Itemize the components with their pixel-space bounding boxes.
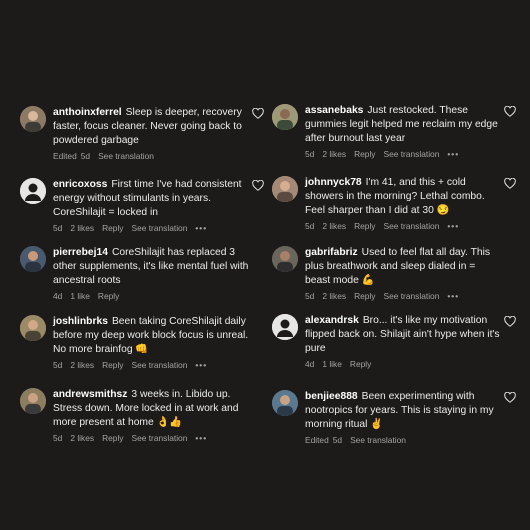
avatar[interactable]	[272, 176, 298, 202]
reply-button[interactable]: Reply	[98, 291, 119, 301]
more-options-icon[interactable]: •••	[447, 221, 459, 231]
comment-text: andrewsmithsz 3 weeks in. Libido up. Stre…	[53, 388, 249, 430]
likes-count[interactable]: 2 likes	[322, 149, 346, 159]
comment-text: pierrebej14 CoreShilajit has replaced 3 o…	[53, 246, 249, 288]
see-translation-link[interactable]: See translation	[384, 291, 440, 301]
comment-username[interactable]: anthoinxferrel	[53, 107, 122, 118]
edited-label: Edited	[53, 151, 77, 161]
comment-time: 4d	[305, 359, 315, 369]
avatar[interactable]	[20, 178, 46, 204]
likes-count[interactable]: 2 likes	[322, 291, 346, 301]
comment-text: gabrifabriz Used to feel flat all day. Th…	[305, 246, 501, 288]
avatar[interactable]	[272, 104, 298, 130]
see-translation-link[interactable]: See translation	[384, 221, 440, 231]
avatar[interactable]	[20, 388, 46, 414]
likes-count[interactable]: 2 likes	[322, 221, 346, 231]
comment-text: assanebaks Just restocked. These gummies …	[305, 104, 501, 146]
see-translation-link[interactable]: See translation	[132, 223, 188, 233]
comment-meta: 5d 2 likes Reply See translation •••	[53, 360, 249, 370]
avatar[interactable]	[272, 314, 298, 340]
avatar[interactable]	[20, 315, 46, 341]
comment-meta: Edited 5d See translation	[53, 151, 249, 161]
edited-label: Edited	[305, 435, 329, 445]
comment-username[interactable]: joshlinbrks	[53, 316, 108, 327]
comment-body: johnnyck78 I'm 41, and this + cold shower…	[305, 176, 501, 231]
comment-meta: 5d 2 likes Reply See translation •••	[53, 433, 249, 443]
comment-time: 5d	[53, 223, 63, 233]
see-translation-link[interactable]: See translation	[132, 433, 188, 443]
heart-icon[interactable]	[504, 392, 516, 403]
comment-username[interactable]: assanebaks	[305, 105, 363, 116]
reply-button[interactable]: Reply	[354, 221, 375, 231]
comment-body: joshlinbrks Been taking CoreShilajit dail…	[53, 315, 249, 370]
heart-icon[interactable]	[252, 180, 264, 191]
comment-username[interactable]: johnnyck78	[305, 177, 362, 188]
comment-body: benjiee888 Been experimenting with nootro…	[305, 390, 501, 445]
reply-button[interactable]: Reply	[102, 360, 123, 370]
reply-button[interactable]: Reply	[102, 433, 123, 443]
comment-body: pierrebej14 CoreShilajit has replaced 3 o…	[53, 246, 249, 301]
see-translation-link[interactable]: See translation	[350, 435, 406, 445]
comment-body: anthoinxferrel Sleep is deeper, recovery …	[53, 106, 249, 161]
likes-count[interactable]: 1 like	[322, 359, 342, 369]
avatar[interactable]	[272, 246, 298, 272]
comment-meta: Edited 5d See translation	[305, 435, 501, 445]
comment-username[interactable]: gabrifabriz	[305, 247, 358, 258]
comment-time: 5d	[305, 221, 315, 231]
avatar[interactable]	[272, 390, 298, 416]
see-translation-link[interactable]: See translation	[384, 149, 440, 159]
see-translation-link[interactable]: See translation	[98, 151, 154, 161]
comment-username[interactable]: alexandrsk	[305, 315, 359, 326]
reply-button[interactable]: Reply	[350, 359, 371, 369]
comment-meta: 5d 2 likes Reply See translation •••	[305, 149, 501, 159]
more-options-icon[interactable]: •••	[195, 433, 207, 443]
comment-text: enricoxoss First time I've had consistent…	[53, 178, 249, 220]
comment-body: enricoxoss First time I've had consistent…	[53, 178, 249, 233]
comment-username[interactable]: benjiee888	[305, 391, 358, 402]
comment-time: 5d	[305, 291, 315, 301]
more-options-icon[interactable]: •••	[447, 291, 459, 301]
see-translation-link[interactable]: See translation	[132, 360, 188, 370]
heart-icon[interactable]	[504, 316, 516, 327]
reply-button[interactable]: Reply	[102, 223, 123, 233]
more-options-icon[interactable]: •••	[195, 223, 207, 233]
reply-button[interactable]: Reply	[354, 149, 375, 159]
comment-username[interactable]: andrewsmithsz	[53, 389, 127, 400]
more-options-icon[interactable]: •••	[447, 149, 459, 159]
likes-count[interactable]: 2 likes	[70, 223, 94, 233]
avatar[interactable]	[20, 246, 46, 272]
heart-icon[interactable]	[504, 178, 516, 189]
comment-body: gabrifabriz Used to feel flat all day. Th…	[305, 246, 501, 301]
comment-text: benjiee888 Been experimenting with nootro…	[305, 390, 501, 432]
comment-time: 5d	[53, 360, 63, 370]
comment-body: alexandrsk Bro... it's like my motivation…	[305, 314, 501, 369]
heart-icon[interactable]	[252, 108, 264, 119]
comment-text: anthoinxferrel Sleep is deeper, recovery …	[53, 106, 249, 148]
comment-meta: 4d 1 like Reply	[53, 291, 249, 301]
comment-time: 5d	[332, 435, 343, 445]
comment-meta: 5d 2 likes Reply See translation •••	[305, 221, 501, 231]
comment-text: johnnyck78 I'm 41, and this + cold shower…	[305, 176, 501, 218]
reply-button[interactable]: Reply	[354, 291, 375, 301]
comment-username[interactable]: pierrebej14	[53, 247, 108, 258]
comment-text: alexandrsk Bro... it's like my motivation…	[305, 314, 501, 356]
likes-count[interactable]: 2 likes	[70, 433, 94, 443]
comment-body: assanebaks Just restocked. These gummies …	[305, 104, 501, 159]
comment-body: andrewsmithsz 3 weeks in. Libido up. Stre…	[53, 388, 249, 443]
likes-count[interactable]: 2 likes	[70, 360, 94, 370]
likes-count[interactable]: 1 like	[70, 291, 90, 301]
comment-time: 5d	[305, 149, 315, 159]
comment-meta: 5d 2 likes Reply See translation •••	[305, 291, 501, 301]
comment-time: 5d	[80, 151, 91, 161]
avatar[interactable]	[20, 106, 46, 132]
comment-text: joshlinbrks Been taking CoreShilajit dail…	[53, 315, 249, 357]
comment-time: 5d	[53, 433, 63, 443]
comment-username[interactable]: enricoxoss	[53, 179, 107, 190]
comment-meta: 4d 1 like Reply	[305, 359, 501, 369]
more-options-icon[interactable]: •••	[195, 360, 207, 370]
comment-time: 4d	[53, 291, 63, 301]
comment-meta: 5d 2 likes Reply See translation •••	[53, 223, 249, 233]
heart-icon[interactable]	[504, 106, 516, 117]
